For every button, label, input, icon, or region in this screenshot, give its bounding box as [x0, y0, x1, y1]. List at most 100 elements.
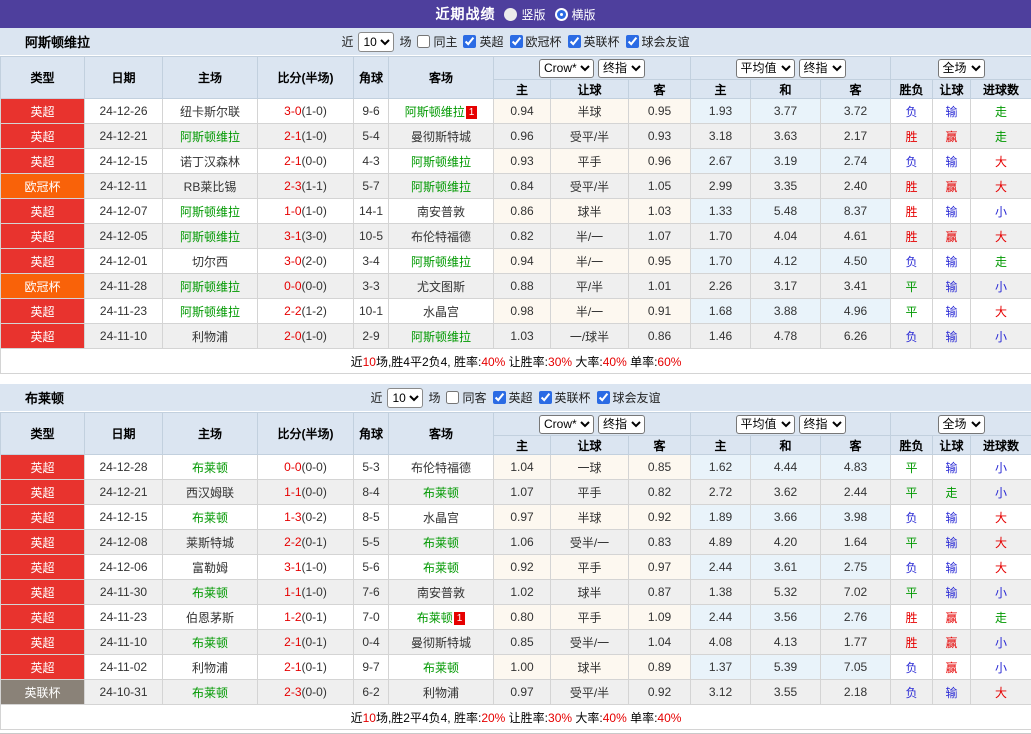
vertical-layout-radio[interactable] — [504, 7, 518, 21]
handicap-result-cell: 赢 — [932, 604, 972, 630]
avg-away-odds-cell: 2.18 — [819, 679, 892, 705]
handicap-result-cell: 输 — [932, 198, 972, 224]
avg-home-odds-cell: 2.44 — [690, 554, 751, 580]
handicap-result-cell: 走 — [932, 479, 972, 505]
date-cell: 24-11-23 — [84, 298, 163, 324]
same-venue-checkbox[interactable] — [446, 391, 460, 404]
fulltime-score: 1-3 — [284, 510, 302, 524]
avg-home-odds-cell: 1.70 — [690, 248, 751, 274]
avg-draw-odds-cell: 5.32 — [750, 579, 821, 605]
handicap-cell: 受平/半 — [550, 173, 629, 199]
away-odds-cell: 0.92 — [628, 679, 691, 705]
league-checkbox-2[interactable] — [509, 35, 523, 48]
score-cell: 2-1(0-1) — [257, 654, 354, 680]
avg-draw-odds-cell: 3.77 — [750, 98, 821, 124]
filter-controls: 近 10 场 同客 英超 英联杯 球会友谊 — [370, 387, 661, 408]
horizontal-layout-option[interactable]: 横版 — [554, 6, 596, 23]
goals-result-cell: 小 — [970, 629, 1031, 655]
handicap-result-cell: 输 — [932, 273, 972, 299]
date-cell: 24-11-02 — [84, 654, 163, 680]
final-odds-select-2[interactable]: 终指 — [798, 414, 846, 434]
handicap-result-cell: 输 — [932, 554, 972, 580]
avg-away-odds-cell: 6.26 — [819, 323, 892, 349]
avg-home-odds-cell: 3.18 — [690, 123, 751, 149]
final-odds-select[interactable]: 终指 — [598, 58, 645, 78]
league-cell: 英超 — [0, 504, 85, 530]
vertical-layout-label: 竖版 — [521, 7, 546, 22]
home-team-cell: 莱斯特城 — [162, 529, 258, 555]
avg-home-odds-cell: 3.12 — [690, 679, 751, 705]
team-label: 阿斯顿维拉 — [410, 154, 471, 169]
odds-provider-select[interactable]: Crow* — [539, 58, 594, 78]
vertical-layout-option[interactable]: 竖版 — [504, 6, 546, 23]
league-cell: 英超 — [0, 554, 85, 580]
away-team-cell: 南安普敦 — [388, 198, 494, 224]
result-cell: 胜 — [890, 223, 934, 249]
handicap-cell: 一/球半 — [550, 323, 629, 349]
corner-cell: 5-3 — [353, 454, 389, 480]
match-row: 欧冠杯 24-12-11 RB莱比锡 2-3(1-1) 5-7 阿斯顿维拉 0.84 受平/半… — [0, 173, 1031, 199]
results-table-2: 类型 日期 主场 比分(半场) 角球 客场 Crow* 终指 平均值 终指 全场主让球客主和客胜负让… — [0, 412, 1031, 730]
team-label: 布莱顿 — [422, 485, 459, 500]
away-team-cell: 利物浦 — [388, 679, 494, 705]
goals-result-cell: 小 — [970, 479, 1031, 505]
away-odds-cell: 1.04 — [628, 629, 691, 655]
col-date-header: 日期 — [84, 56, 163, 99]
match-count-select[interactable]: 10 — [358, 31, 395, 52]
average-odds-select[interactable]: 平均值 — [735, 58, 795, 78]
final-odds-select-2[interactable]: 终指 — [798, 58, 846, 78]
corner-cell: 5-7 — [353, 173, 389, 199]
league-checkbox-3[interactable] — [567, 35, 581, 48]
section-bar-1: 阿斯顿维拉 近 10 场 同主 英超 欧冠杯 英联杯 球会友谊 — [0, 28, 1031, 56]
summary-text: 大率: — [572, 354, 603, 369]
team-label: 利物浦 — [191, 660, 228, 675]
date-cell: 24-12-15 — [84, 148, 163, 174]
fullmatch-group: 全场 — [890, 56, 1031, 80]
crow-odds-group: Crow* 终指 — [493, 412, 691, 436]
league-checkbox-1[interactable] — [492, 391, 506, 404]
result-cell: 平 — [890, 298, 934, 324]
sub-header-客: 客 — [819, 79, 892, 99]
same-venue-checkbox[interactable] — [417, 35, 431, 48]
league-checkbox-1[interactable] — [463, 35, 477, 48]
team-label: 阿斯顿维拉 — [179, 229, 240, 244]
match-row: 英超 24-11-23 阿斯顿维拉 2-2(1-2) 10-1 水晶宫 0.98 半/一 0.9… — [0, 298, 1031, 324]
average-odds-select[interactable]: 平均值 — [735, 414, 795, 434]
final-odds-select[interactable]: 终指 — [598, 414, 645, 434]
match-row: 英超 24-12-15 布莱顿 1-3(0-2) 8-5 水晶宫 0.97 半球 0.92 1.8… — [0, 504, 1031, 530]
match-count-select[interactable]: 10 — [387, 387, 424, 408]
full-match-select[interactable]: 全场 — [937, 414, 985, 434]
match-row: 英超 24-12-08 莱斯特城 2-2(0-1) 5-5 布莱顿 1.06 受半/一 0.83… — [0, 529, 1031, 555]
horizontal-layout-radio[interactable] — [554, 7, 568, 21]
handicap-cell: 受半/一 — [550, 629, 629, 655]
summary-cell: 近10场,胜4平2负4, 胜率:40% 让胜率:30% 大率:40% 单率:60… — [0, 348, 1031, 374]
near-label: 近 — [341, 35, 354, 49]
away-team-cell: 曼彻斯特城 — [388, 629, 494, 655]
col-home-header: 主场 — [162, 56, 258, 99]
result-cell: 负 — [890, 323, 934, 349]
team-label: 布莱顿 — [191, 510, 228, 525]
league-checkbox-3[interactable] — [596, 391, 610, 404]
home-odds-cell: 0.93 — [493, 148, 551, 174]
summary-text: 让胜率: — [505, 354, 549, 369]
home-odds-cell: 0.82 — [493, 223, 551, 249]
league-cell: 英超 — [0, 654, 85, 680]
full-match-select[interactable]: 全场 — [937, 58, 985, 78]
league-checkbox-2[interactable] — [538, 391, 552, 404]
date-cell: 24-12-26 — [84, 98, 163, 124]
goals-result-cell: 小 — [970, 273, 1031, 299]
home-team-cell: 切尔西 — [162, 248, 258, 274]
league-cell: 英超 — [0, 454, 85, 480]
team-label: 纽卡斯尔联 — [179, 104, 240, 119]
league-checkbox-4[interactable] — [625, 35, 639, 48]
league-checkbox-label: 英超 — [479, 35, 504, 49]
goals-result-cell: 小 — [970, 454, 1031, 480]
goals-result-cell: 走 — [970, 604, 1031, 630]
average-odds-group: 平均值 终指 — [689, 56, 892, 80]
avg-away-odds-cell: 2.17 — [819, 123, 892, 149]
games-label: 场 — [399, 35, 412, 49]
fulltime-score: 2-1 — [284, 154, 302, 168]
fulltime-score: 3-1 — [284, 560, 302, 574]
odds-provider-select[interactable]: Crow* — [539, 414, 594, 434]
handicap-result-cell: 输 — [932, 579, 972, 605]
